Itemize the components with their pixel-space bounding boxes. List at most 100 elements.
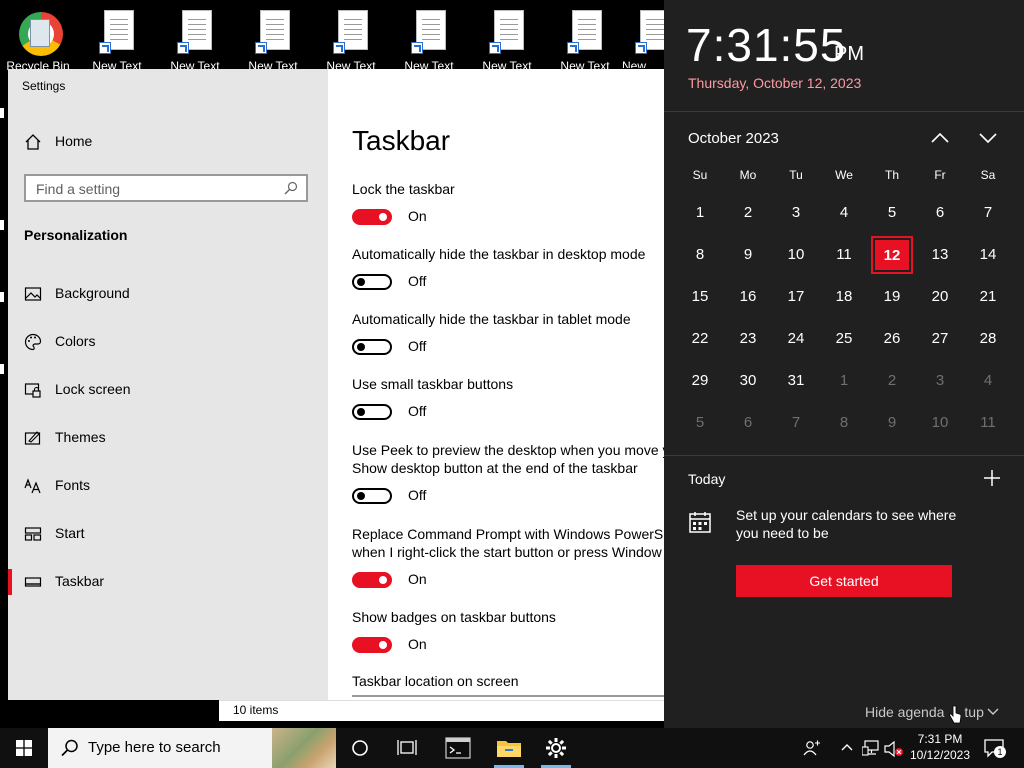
- calendar-day[interactable]: 10: [772, 234, 820, 276]
- find-setting-input[interactable]: [34, 179, 278, 199]
- cortana-icon[interactable]: [351, 739, 369, 757]
- calendar-day[interactable]: 5: [868, 192, 916, 234]
- sidebar-item-background[interactable]: Background: [8, 274, 328, 314]
- calendar-day[interactable]: 21: [964, 276, 1012, 318]
- desktop-icon-text-file[interactable]: New Text: [316, 6, 386, 73]
- calendar-day[interactable]: 27: [916, 318, 964, 360]
- desktop-icon-text-file[interactable]: New Text: [82, 6, 152, 73]
- sidebar-item-taskbar[interactable]: Taskbar: [8, 562, 328, 602]
- calendar-day[interactable]: 26: [868, 318, 916, 360]
- peek-toggle[interactable]: [352, 488, 392, 504]
- desktop-icon-text-file[interactable]: New Text: [238, 6, 308, 73]
- file-explorer-icon[interactable]: [496, 738, 522, 758]
- chevron-up-icon[interactable]: [929, 128, 951, 148]
- nav-home[interactable]: Home: [8, 122, 328, 162]
- setting-autohide-tablet: Automatically hide the taskbar in tablet…: [352, 310, 682, 361]
- calendar-day[interactable]: 14: [964, 234, 1012, 276]
- powershell-toggle[interactable]: [352, 572, 392, 588]
- calendar-day[interactable]: 18: [820, 276, 868, 318]
- task-view-icon[interactable]: [397, 739, 417, 757]
- calendar-day[interactable]: 7: [964, 192, 1012, 234]
- calendar-day[interactable]: 31: [772, 360, 820, 402]
- sidebar-item-label: Lock screen: [55, 381, 131, 397]
- autohide-desktop-toggle[interactable]: [352, 274, 392, 290]
- calendar-day[interactable]: 11: [964, 402, 1012, 444]
- calendar-day[interactable]: 4: [820, 192, 868, 234]
- calendar-day[interactable]: 10: [916, 402, 964, 444]
- sidebar-item-fonts[interactable]: Fonts: [8, 466, 328, 506]
- calendar-day[interactable]: 30: [724, 360, 772, 402]
- calendar-day[interactable]: 17: [772, 276, 820, 318]
- calendar-day-number: 10: [931, 414, 949, 431]
- lock-taskbar-toggle[interactable]: [352, 209, 392, 225]
- calendar-day-number: 30: [739, 372, 757, 389]
- calendar-day[interactable]: 8: [676, 234, 724, 276]
- calendar-day[interactable]: 2: [868, 360, 916, 402]
- calendar-day[interactable]: 19: [868, 276, 916, 318]
- action-center-button[interactable]: 1: [984, 738, 1006, 758]
- desktop-icon-text-file[interactable]: New Text: [394, 6, 464, 73]
- hide-agenda-button[interactable]: Hide agenda tup: [865, 704, 984, 724]
- page-title: Taskbar: [352, 125, 451, 156]
- desktop-icon-label: New: [622, 59, 647, 68]
- volume-muted-icon[interactable]: [884, 740, 904, 758]
- sidebar-item-colors[interactable]: Colors: [8, 322, 328, 362]
- tray-clock[interactable]: 7:31 PM 10/12/2023: [905, 731, 975, 763]
- shortcut-arrow-icon: [635, 42, 647, 54]
- calendar-day[interactable]: 11: [820, 234, 868, 276]
- calendar-month[interactable]: October 2023: [688, 130, 779, 147]
- calendar-day[interactable]: 3: [772, 192, 820, 234]
- calendar-day[interactable]: 7: [772, 402, 820, 444]
- calendar-day[interactable]: 28: [964, 318, 1012, 360]
- calendar-day[interactable]: 8: [820, 402, 868, 444]
- small-buttons-toggle[interactable]: [352, 404, 392, 420]
- calendar-day[interactable]: 2: [724, 192, 772, 234]
- start-button[interactable]: [0, 728, 48, 768]
- calendar-day[interactable]: 13: [916, 234, 964, 276]
- chevron-down-icon[interactable]: [977, 128, 999, 148]
- calendar-day[interactable]: 9: [868, 402, 916, 444]
- calendar-day[interactable]: 20: [916, 276, 964, 318]
- calendar-day[interactable]: 16: [724, 276, 772, 318]
- calendar-day[interactable]: 4: [964, 360, 1012, 402]
- autohide-tablet-toggle[interactable]: [352, 339, 392, 355]
- calendar-day[interactable]: 6: [916, 192, 964, 234]
- find-setting-search[interactable]: [24, 174, 308, 202]
- calendar-day[interactable]: 24: [772, 318, 820, 360]
- desktop-icon-text-file[interactable]: New Text: [160, 6, 230, 73]
- calendar-day[interactable]: 9: [724, 234, 772, 276]
- calendar-day[interactable]: 1: [820, 360, 868, 402]
- mouse-cursor-hand-icon: [949, 705, 962, 724]
- chevron-down-icon[interactable]: [986, 707, 1000, 717]
- sidebar-item-start[interactable]: Start: [8, 514, 328, 554]
- network-icon[interactable]: [862, 740, 880, 756]
- taskbar-search-box[interactable]: Type here to search: [48, 728, 336, 768]
- calendar-day[interactable]: 25: [820, 318, 868, 360]
- calendar-day[interactable]: 15: [676, 276, 724, 318]
- calendar-day[interactable]: 1: [676, 192, 724, 234]
- clock-date[interactable]: Thursday, October 12, 2023: [688, 75, 861, 91]
- people-icon[interactable]: [803, 740, 821, 756]
- desktop-icon-text-file[interactable]: New Text: [550, 6, 620, 73]
- calendar-day[interactable]: 29: [676, 360, 724, 402]
- add-event-icon[interactable]: [982, 468, 1002, 488]
- sidebar-item-themes[interactable]: Themes: [8, 418, 328, 458]
- badges-toggle[interactable]: [352, 637, 392, 653]
- calendar-day[interactable]: 23: [724, 318, 772, 360]
- desktop-icon-text-file[interactable]: New Text: [472, 6, 542, 73]
- settings-gear-icon[interactable]: [545, 737, 567, 759]
- calendar-day[interactable]: 5: [676, 402, 724, 444]
- desktop-icon-text-file[interactable]: New: [618, 6, 664, 68]
- calendar-day-number: 3: [935, 372, 945, 389]
- get-started-button[interactable]: Get started: [736, 565, 952, 597]
- desktop-icon-recycle-bin[interactable]: Recycle Bin: [3, 6, 73, 73]
- calendar-day[interactable]: 22: [676, 318, 724, 360]
- command-prompt-icon[interactable]: [445, 737, 471, 759]
- picture-icon: [24, 287, 42, 301]
- calendar-day-number: 18: [835, 288, 853, 305]
- sidebar-item-lock-screen[interactable]: Lock screen: [8, 370, 328, 410]
- calendar-day-today[interactable]: 12: [868, 234, 916, 276]
- calendar-day[interactable]: 3: [916, 360, 964, 402]
- chevron-up-icon[interactable]: [840, 742, 854, 752]
- calendar-day[interactable]: 6: [724, 402, 772, 444]
